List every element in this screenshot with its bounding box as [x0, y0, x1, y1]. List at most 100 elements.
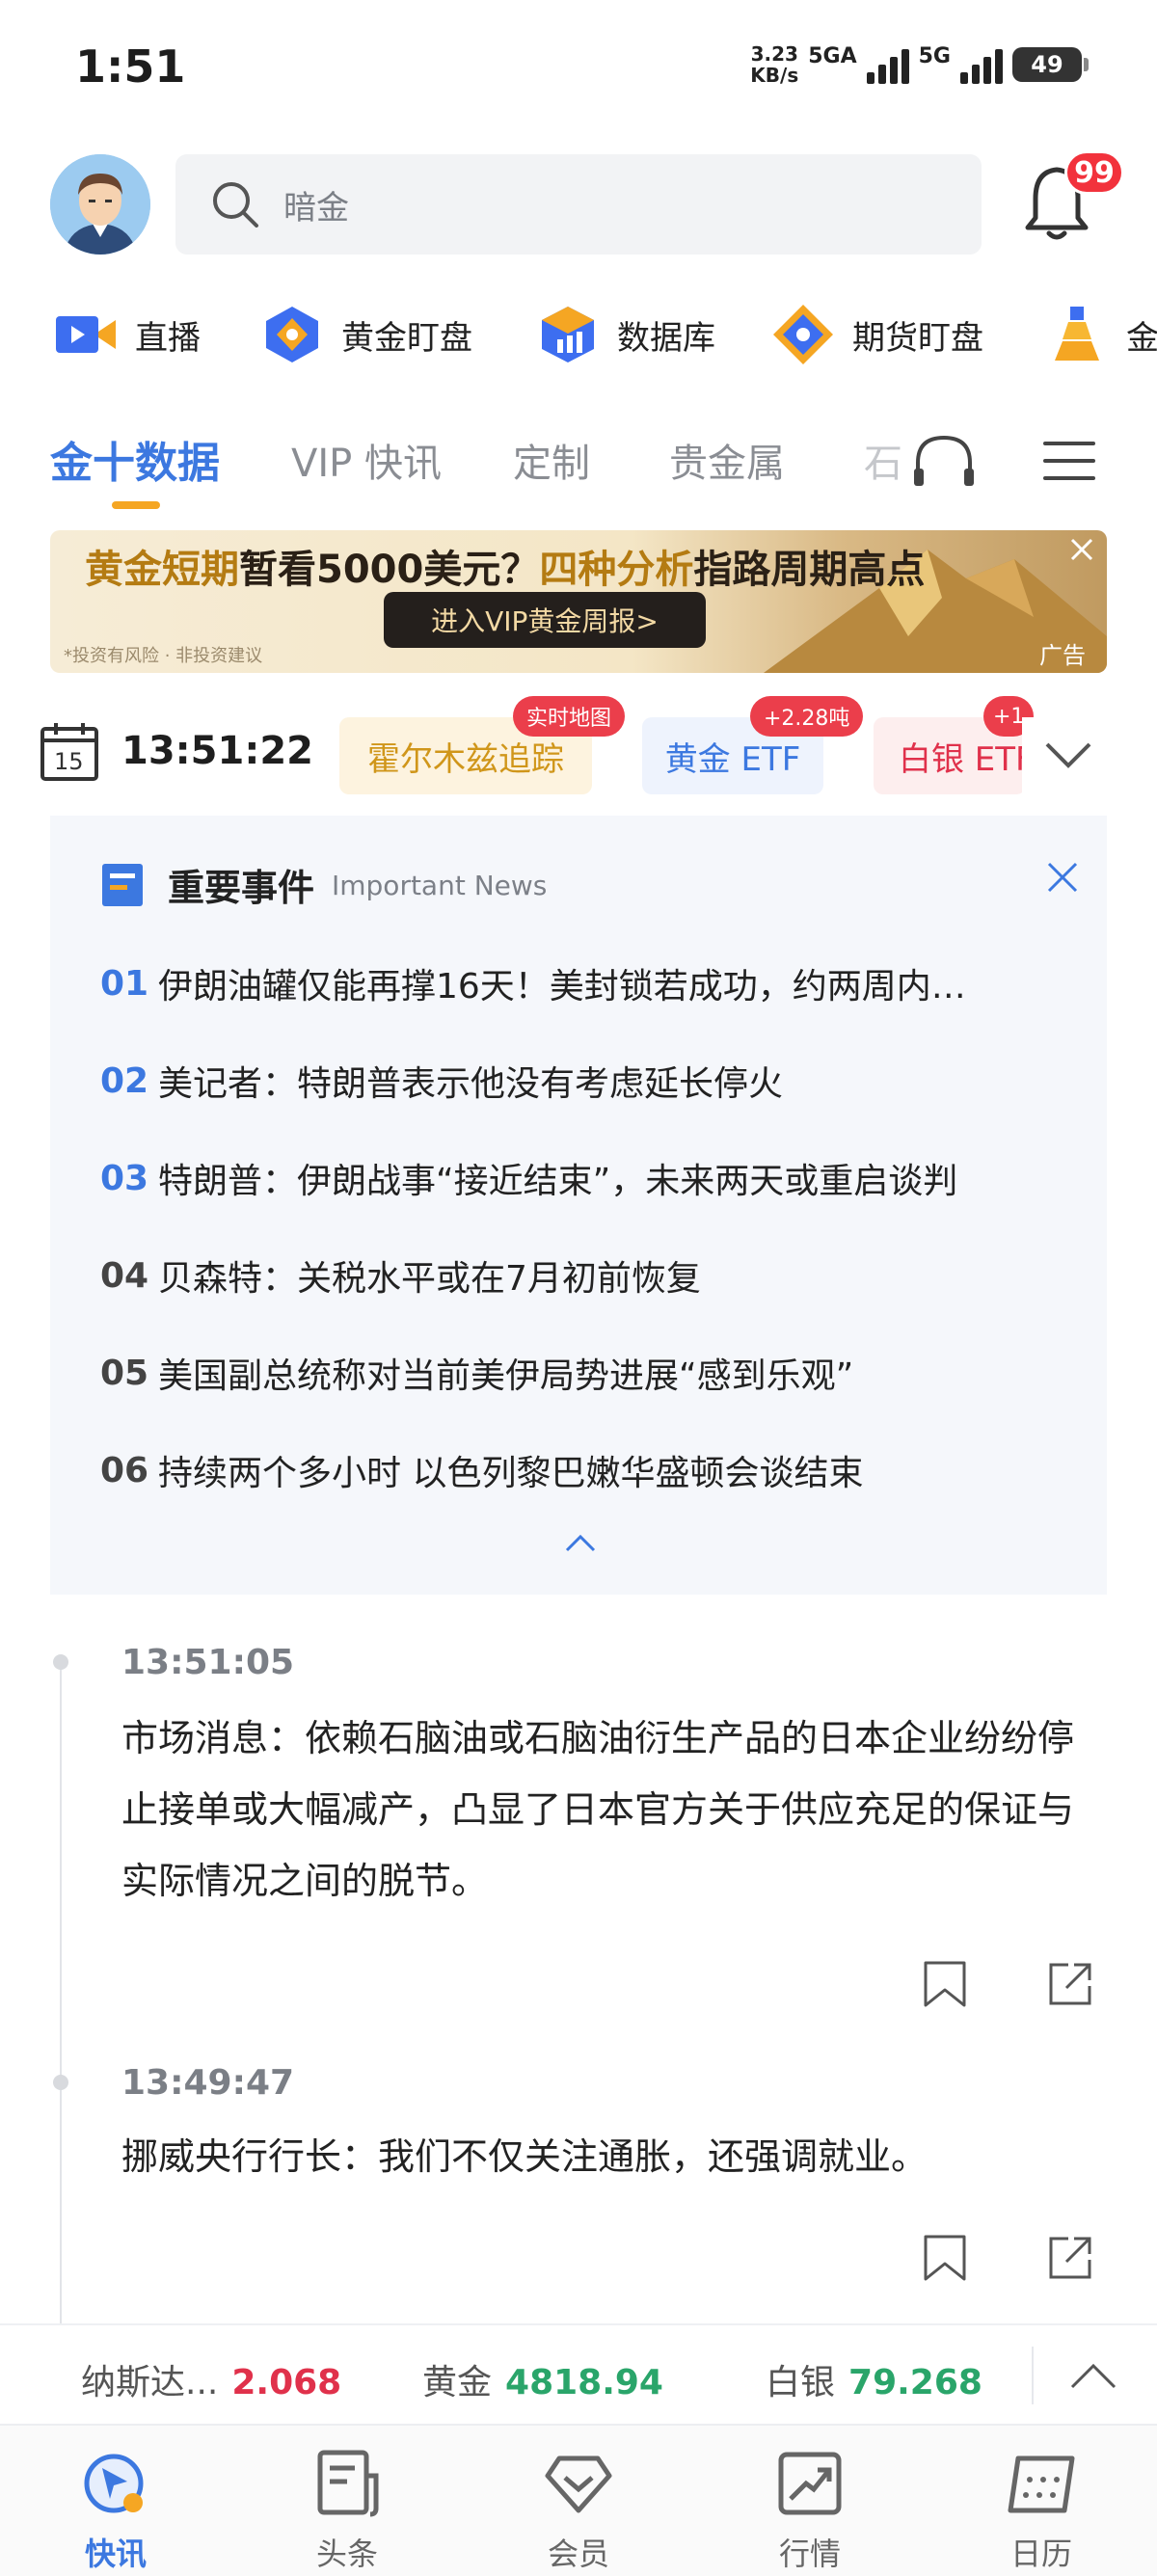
current-time: 13:51:22 [121, 729, 313, 773]
nav-calendar[interactable]: 日历 [926, 2426, 1157, 2576]
news-item[interactable]: 04 贝森特：关税水平或在7月初前恢复 [100, 1247, 1074, 1304]
close-icon[interactable] [1043, 858, 1082, 897]
ticker-item-gold[interactable]: 黄金 4818.94 [422, 2354, 663, 2404]
important-events-card: 重要事件 Important News 01 伊朗油罐仅能再撑16天！美封锁若成… [50, 816, 1107, 1595]
feed-time: 13:51:05 [121, 1643, 295, 1682]
nav-label: 行情 [778, 2536, 841, 2572]
card-title: 重要事件 [168, 867, 315, 909]
signal-icon-2 [960, 45, 1003, 84]
banner-title-part1: 黄金短期 [85, 548, 239, 592]
tab-oil[interactable]: 石 [864, 432, 902, 488]
news-number: 04 [100, 1255, 149, 1296]
ticker-item-silver[interactable]: 白银 79.268 [766, 2354, 982, 2404]
ticker-value: 2.068 [231, 2363, 342, 2402]
search-bar[interactable]: 暗金 [175, 154, 982, 255]
nav-label: 快讯 [84, 2536, 147, 2572]
nav-label: 日历 [1009, 2536, 1072, 2572]
banner-disclaimer: *投资有风险 · 非投资建议 [64, 646, 263, 666]
news-item[interactable]: 03 特朗普：伊朗战事“接近结束”，未来两天或重启谈判 [100, 1149, 1074, 1207]
signal-icon [866, 45, 909, 84]
news-headline: 美国副总统称对当前美伊局势进展“感到乐观” [158, 1356, 854, 1396]
database-icon [542, 307, 594, 362]
nav-membership[interactable]: 会员 [463, 2426, 694, 2576]
nav-headlines[interactable]: 头条 [231, 2426, 463, 2576]
share-icon[interactable] [1045, 2233, 1095, 2283]
tool-label: 黄金盯盘 [341, 318, 472, 358]
bookmark-icon[interactable] [920, 1959, 970, 2009]
bookmark-icon[interactable] [920, 2233, 970, 2283]
tool-gold-watch[interactable]: 黄金盯盘 [260, 301, 472, 368]
bottom-nav: 快讯 头条 会员 行情 日历 [0, 2424, 1157, 2576]
avatar[interactable] [50, 154, 150, 255]
calendar-icon [1008, 2455, 1075, 2513]
tool-gold[interactable]: 金 [1045, 301, 1157, 368]
news-headline: 贝森特：关税水平或在7月初前恢复 [158, 1259, 701, 1299]
tab-custom[interactable]: 定制 [513, 432, 590, 488]
tool-label: 金 [1126, 318, 1157, 358]
nav-flash[interactable]: 快讯 [0, 2426, 231, 2576]
news-number: 03 [100, 1158, 149, 1198]
timeline-line [60, 1658, 62, 2323]
divider [1032, 2347, 1034, 2404]
tool-database[interactable]: 数据库 [536, 301, 715, 368]
banner-title-part3: 四种分析 [539, 548, 694, 592]
news-headline: 伊朗油罐仅能再撑16天！美封锁若成功，约两周内… [158, 967, 966, 1006]
live-video-icon [56, 316, 116, 353]
status-time: 1:51 [75, 40, 186, 93]
signal-label-5ga: 5GA [808, 43, 857, 68]
feed-time: 13:49:47 [121, 2063, 295, 2103]
nav-market[interactable]: 行情 [694, 2426, 926, 2576]
chevron-down-icon[interactable] [1041, 733, 1095, 775]
network-speed-value: 3.23 [750, 42, 798, 66]
ticker-value: 4818.94 [505, 2363, 663, 2402]
nav-label: 会员 [547, 2536, 609, 2572]
calendar-icon[interactable]: 15 [39, 721, 100, 783]
avatar-icon [50, 154, 150, 255]
menu-icon[interactable] [1043, 440, 1095, 482]
tool-live[interactable]: 直播 [54, 301, 201, 368]
futures-watch-icon [773, 305, 833, 364]
news-item[interactable]: 01 伊朗油罐仅能再撑16天！美封锁若成功，约两周内… [100, 954, 1074, 1012]
ticker-name: 黄金 [422, 2363, 493, 2402]
news-item[interactable]: 02 美记者：特朗普表示他没有考虑延长停火 [100, 1052, 1074, 1110]
tool-label: 期货盯盘 [852, 318, 983, 358]
tab-jin10-data[interactable]: 金十数据 [50, 428, 220, 490]
banner-title-part2: 暂看5000美元？ [239, 548, 540, 592]
tool-futures-watch[interactable]: 期货盯盘 [771, 301, 983, 368]
news-number: 02 [100, 1060, 149, 1101]
ticker-item-nasdaq[interactable]: 纳斯达... 2.068 [81, 2354, 341, 2404]
network-speed-unit: KB/s [750, 64, 799, 87]
share-icon[interactable] [1045, 1959, 1095, 2009]
market-ticker[interactable]: 纳斯达... 2.068 黄金 4818.94 白银 79.268 [0, 2323, 1157, 2426]
news-item[interactable]: 05 美国副总统称对当前美伊局势进展“感到乐观” [100, 1344, 1074, 1402]
banner-title: 黄金短期暂看5000美元？四种分析指路周期高点 [85, 538, 925, 594]
chevron-up-icon[interactable] [1068, 2360, 1118, 2393]
diamond-icon [545, 2455, 612, 2513]
tab-vip-flash[interactable]: VIP 快讯 [291, 432, 442, 488]
headlines-icon [317, 2450, 379, 2517]
gold-bars-icon [1055, 307, 1099, 361]
news-item[interactable]: 06 持续两个多小时 以色列黎巴嫩华盛顿会谈结束 [100, 1441, 1074, 1499]
ticker-value: 79.268 [848, 2363, 982, 2402]
news-number: 01 [100, 963, 149, 1004]
timeline-dot [53, 2075, 68, 2090]
ad-banner[interactable]: 黄金短期暂看5000美元？四种分析指路周期高点 进入VIP黄金周报> *投资有风… [50, 530, 1107, 673]
news-doc-icon [102, 864, 143, 906]
chevron-up-icon[interactable] [561, 1529, 600, 1558]
feed-text[interactable]: 挪威央行行长：我们不仅关注通胀，还强调就业。 [121, 2121, 1086, 2192]
news-headline: 持续两个多小时 以色列黎巴嫩华盛顿会谈结束 [158, 1454, 864, 1493]
card-subtitle: Important News [332, 870, 548, 901]
tab-active-indicator [112, 501, 160, 509]
search-icon [213, 182, 258, 228]
feed-text[interactable]: 市场消息：依赖石脑油或石脑油衍生产品的日本企业纷纷停止接单或大幅减产，凸显了日本… [121, 1703, 1086, 1917]
gold-watch-icon [266, 307, 318, 362]
banner-cta-button[interactable]: 进入VIP黄金周报> [384, 592, 706, 648]
calendar-day: 15 [54, 748, 84, 775]
news-headline: 特朗普：伊朗战事“接近结束”，未来两天或重启谈判 [158, 1162, 958, 1201]
battery-level: 49 [1031, 51, 1063, 78]
news-number: 05 [100, 1353, 149, 1393]
headset-icon[interactable] [910, 432, 978, 490]
tab-precious-metals[interactable]: 贵金属 [669, 432, 785, 488]
chip-badge: +2.28吨 [750, 696, 864, 737]
close-icon[interactable] [1063, 530, 1101, 569]
